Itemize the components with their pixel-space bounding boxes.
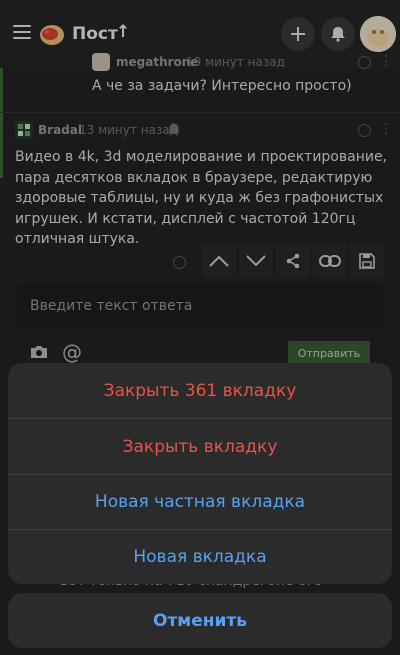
cancel-button[interactable]: Отменить: [8, 593, 392, 648]
action-sheet: Закрыть 361 вкладку Закрыть вкладку Нова…: [8, 363, 392, 584]
new-tab-button[interactable]: Новая вкладка: [8, 529, 392, 584]
close-tab-button[interactable]: Закрыть вкладку: [8, 419, 392, 474]
close-361-tabs-button[interactable]: Закрыть 361 вкладку: [8, 363, 392, 418]
new-private-tab-button[interactable]: Новая частная вкладка: [8, 474, 392, 529]
